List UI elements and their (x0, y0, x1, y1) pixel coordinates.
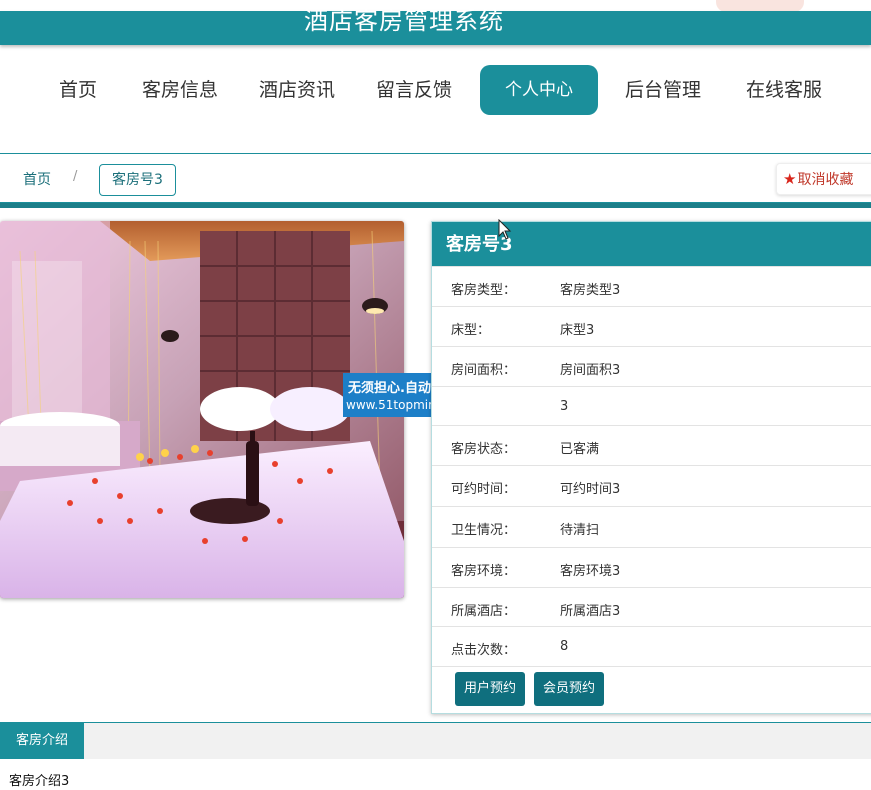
field-value: 所属酒店3 (560, 604, 621, 619)
field-row: 客房类型： 客房类型3 (432, 266, 871, 307)
field-value: 客房环境3 (560, 564, 621, 579)
nav-item-profile[interactable]: 个人中心 (480, 65, 598, 115)
member-booking-button[interactable]: 会员预约 (534, 672, 605, 706)
breadcrumb-separator: / (73, 169, 78, 184)
nav-item-admin[interactable]: 后台管理 (618, 65, 708, 115)
breadcrumb-current: 客房号3 (99, 164, 176, 196)
mouse-cursor-icon (498, 219, 512, 240)
field-row: 客房状态： 已客满 (432, 425, 871, 466)
field-label: 客房状态： (451, 442, 517, 457)
field-row: 点击次数： 8 (432, 626, 871, 667)
nav-item-rooms[interactable]: 客房信息 (135, 65, 225, 115)
field-label: 客房环境： (451, 564, 517, 579)
field-label: 床型： (451, 323, 491, 338)
field-value: 可约时间3 (560, 482, 621, 497)
field-row: 房间面积： 房间面积3 (432, 346, 871, 387)
nav-item-home[interactable]: 首页 (44, 65, 112, 115)
user-booking-button[interactable]: 用户预约 (455, 672, 526, 706)
booking-actions: 用户预约 会员预约 (432, 666, 871, 713)
intro-tab-bar: 客房介绍 (0, 722, 871, 759)
title-bar: 酒店客房管理系统 (0, 7, 871, 45)
breadcrumb-home[interactable]: 首页 (23, 169, 51, 189)
unfavorite-button[interactable]: ★取消收藏 (776, 163, 871, 195)
field-value: 客房类型3 (560, 283, 621, 298)
nav-item-service[interactable]: 在线客服 (739, 65, 829, 115)
field-value: 3 (560, 399, 569, 414)
room-detail-panel: 客房号3 客房类型： 客房类型3 床型： 床型3 房间面积： 房间面积3 3 客… (431, 221, 871, 714)
field-row: 卫生情况： 待清扫 (432, 506, 871, 547)
field-value: 8 (560, 639, 569, 654)
field-row: 床型： 床型3 (432, 306, 871, 347)
field-label: 可约时间： (451, 482, 517, 497)
field-label: 所属酒店： (451, 604, 517, 619)
field-value: 房间面积3 (560, 363, 621, 378)
unfavorite-label: 取消收藏 (797, 172, 854, 188)
field-value: 已客满 (560, 442, 600, 457)
field-label: 房间面积： (451, 363, 517, 378)
nav-item-news[interactable]: 酒店资讯 (252, 65, 342, 115)
field-row: 3 (432, 386, 871, 427)
field-row: 可约时间： 可约时间3 (432, 465, 871, 506)
field-label: 卫生情况： (451, 523, 517, 538)
field-label: 点击次数： (451, 643, 517, 658)
nav-item-feedback[interactable]: 留言反馈 (369, 65, 459, 115)
field-row: 所属酒店： 所属酒店3 (432, 587, 871, 628)
tab-room-intro[interactable]: 客房介绍 (0, 723, 84, 759)
breadcrumb: 首页 / 客房号3 ★取消收藏 (0, 153, 871, 203)
field-row: 客房环境： 客房环境3 (432, 547, 871, 588)
main-nav: 首页 客房信息 酒店资讯 留言反馈 个人中心 后台管理 在线客服 (0, 65, 871, 115)
star-icon: ★ (783, 170, 797, 188)
room-intro-text: 客房介绍3 (9, 774, 70, 789)
field-value: 床型3 (560, 323, 595, 338)
site-title: 酒店客房管理系统 (304, 7, 504, 35)
field-value: 待清扫 (560, 523, 600, 538)
field-label: 客房类型： (451, 283, 517, 298)
